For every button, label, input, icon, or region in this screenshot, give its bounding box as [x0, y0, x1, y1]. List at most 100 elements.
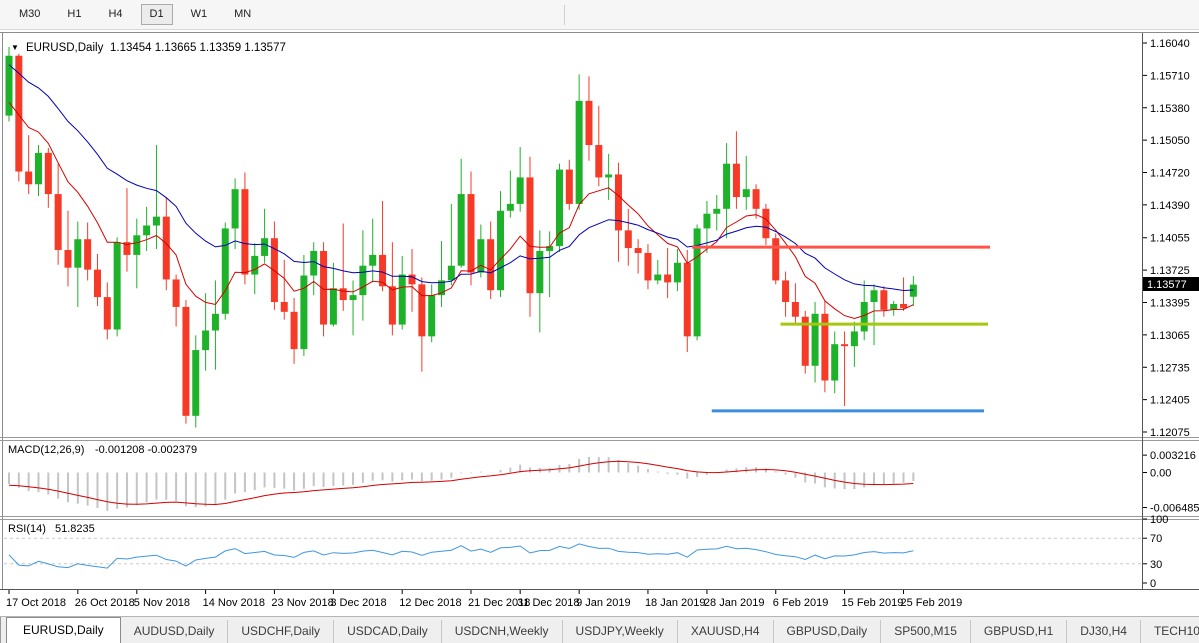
candle — [526, 177, 533, 293]
rsi-indicator-value: 51.8235 — [55, 523, 95, 535]
rsi-axis-label: 100 — [1150, 514, 1168, 526]
date-axis-label: 18 Jan 2019 — [645, 597, 706, 609]
rsi-axis-label: 0 — [1150, 578, 1156, 590]
candle — [202, 330, 209, 350]
candle — [703, 214, 710, 229]
macd-axis-label: 0.00 — [1150, 468, 1171, 480]
chart-tab-gbpusd-daily[interactable]: GBPUSD,Daily — [774, 620, 882, 643]
candle — [772, 238, 779, 280]
chart-tab-dj30-h4[interactable]: DJ30,H4 — [1067, 620, 1141, 643]
candle — [536, 251, 543, 293]
price-axis-label: 1.12735 — [1150, 362, 1190, 374]
candle — [94, 270, 101, 297]
date-axis-label: 25 Feb 2019 — [901, 597, 963, 609]
chart-background — [0, 30, 1199, 616]
candle — [723, 164, 730, 209]
candle — [25, 172, 32, 185]
candle — [291, 312, 298, 349]
chart-tab-bar: EURUSD,DailyAUDUSD,DailyUSDCHF,DailyUSDC… — [0, 616, 1199, 643]
chart-tab-sp500-m15[interactable]: SP500,M15 — [881, 620, 971, 643]
timeframe-button-m30[interactable]: M30 — [10, 4, 49, 25]
price-axis-label: 1.14390 — [1150, 200, 1190, 212]
candle — [399, 275, 406, 325]
candle — [871, 290, 878, 302]
candle — [841, 344, 848, 346]
chart-tab-usdjpy-weekly[interactable]: USDJPY,Weekly — [563, 620, 678, 643]
date-axis-label: 6 Feb 2019 — [773, 597, 829, 609]
candle — [163, 217, 170, 280]
chart-tab-usdchf-daily[interactable]: USDCHF,Daily — [228, 620, 334, 643]
candle — [212, 314, 219, 331]
candle — [104, 297, 111, 329]
candle — [644, 253, 651, 280]
current-price-tag: 1.13577 — [1143, 277, 1199, 291]
candle — [831, 344, 838, 380]
rsi-indicator-name: RSI(14) — [8, 523, 46, 535]
candle — [369, 255, 376, 266]
candle — [241, 189, 248, 274]
timeframe-button-mn[interactable]: MN — [225, 4, 260, 25]
candle — [74, 239, 81, 267]
candle — [733, 164, 740, 197]
candle — [851, 331, 858, 346]
candle — [340, 288, 347, 300]
timeframe-button-h1[interactable]: H1 — [58, 4, 90, 25]
chart-window: 1.160401.157101.153801.150501.147201.143… — [0, 30, 1199, 616]
price-axis-label: 1.13395 — [1150, 298, 1190, 310]
price-axis-label: 1.13725 — [1150, 265, 1190, 277]
rsi-axis-label: 30 — [1150, 559, 1162, 571]
price-axis-label: 1.14055 — [1150, 233, 1190, 245]
candle — [477, 239, 484, 272]
chart-tab-audusd-daily[interactable]: AUDUSD,Daily — [121, 620, 229, 643]
candle — [900, 304, 907, 308]
candle — [55, 194, 62, 250]
price-chart-canvas[interactable]: 1.160401.157101.153801.150501.147201.143… — [0, 30, 1199, 616]
candle — [458, 194, 465, 266]
candle — [261, 238, 268, 256]
date-axis-label: 3 Dec 2018 — [330, 597, 386, 609]
candle — [418, 284, 425, 336]
timeframe-button-h4[interactable]: H4 — [99, 4, 131, 25]
candle — [350, 295, 357, 300]
date-axis-label: 9 Jan 2019 — [576, 597, 630, 609]
date-axis-label: 12 Dec 2018 — [399, 597, 461, 609]
candle — [713, 209, 720, 214]
chart-tab-usdcnh-weekly[interactable]: USDCNH,Weekly — [442, 620, 563, 643]
candle — [625, 230, 632, 248]
candle — [468, 194, 475, 272]
date-axis-label: 23 Nov 2018 — [271, 597, 333, 609]
price-axis-label: 1.12075 — [1150, 427, 1190, 439]
chart-tab-gbpusd-h1[interactable]: GBPUSD,H1 — [971, 620, 1067, 643]
candle — [605, 174, 612, 177]
candle — [753, 189, 760, 209]
price-axis-label: 1.14720 — [1150, 168, 1190, 180]
chart-tab-eurusd-daily[interactable]: EURUSD,Daily — [6, 617, 121, 643]
candle — [487, 239, 494, 290]
candle — [497, 211, 504, 290]
candle — [517, 177, 524, 203]
chart-symbol-label: EURUSD,Daily — [26, 42, 104, 54]
candle — [35, 153, 42, 184]
candle — [359, 266, 366, 295]
candle — [880, 290, 887, 310]
date-axis-label: 28 Jan 2019 — [704, 597, 765, 609]
date-axis-label: 26 Oct 2018 — [75, 597, 135, 609]
candle — [45, 153, 52, 194]
rsi-axis-label: 70 — [1150, 533, 1162, 545]
current-price-value: 1.13577 — [1147, 279, 1187, 291]
candle — [635, 248, 642, 253]
chart-ohlc-values: 1.13454 1.13665 1.13359 1.13577 — [110, 42, 286, 54]
candle — [812, 314, 819, 366]
chart-title-collapse-icon[interactable]: ▼ — [11, 43, 19, 52]
chart-tab-usdcad-daily[interactable]: USDCAD,Daily — [334, 620, 442, 643]
date-axis-label: 15 Feb 2019 — [842, 597, 904, 609]
candle — [585, 101, 592, 145]
timeframe-button-w1[interactable]: W1 — [182, 4, 217, 25]
candle — [6, 56, 13, 116]
candle — [114, 242, 121, 329]
candle — [389, 286, 396, 324]
candle — [595, 145, 602, 177]
timeframe-button-d1[interactable]: D1 — [141, 4, 173, 25]
chart-tab-xauusd-h4[interactable]: XAUUSD,H4 — [678, 620, 774, 643]
chart-tab-tech100-h[interactable]: TECH100,H — [1141, 620, 1199, 643]
